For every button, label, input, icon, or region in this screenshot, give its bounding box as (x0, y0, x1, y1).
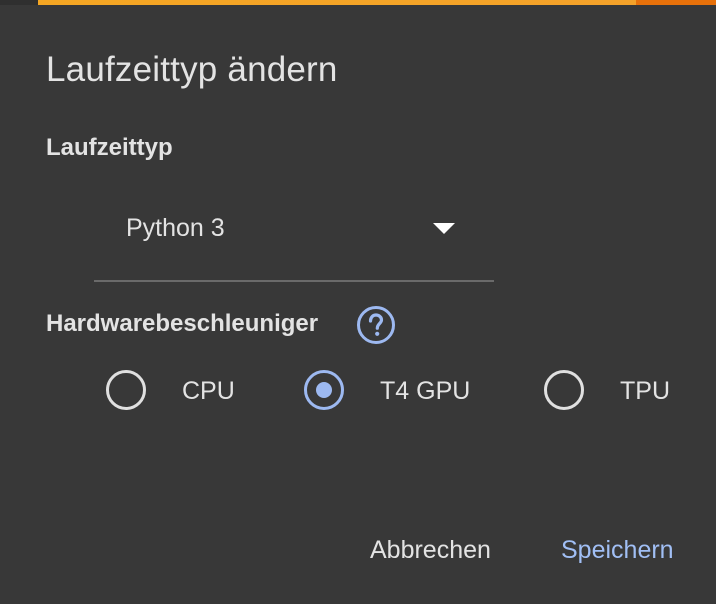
help-circle-icon[interactable] (356, 305, 396, 345)
radio-button-tpu[interactable] (544, 370, 584, 410)
top-progress-bar (0, 0, 716, 5)
hardware-accelerator-label: Hardwarebeschleuniger (46, 310, 319, 337)
runtime-type-select[interactable]: Python 3 (94, 200, 494, 282)
radio-selected-dot (316, 382, 332, 398)
runtime-type-label: Laufzeittyp (46, 134, 173, 161)
radio-label-cpu: CPU (182, 377, 235, 405)
radio-label-t4-gpu: T4 GPU (380, 377, 471, 405)
hardware-accelerator-radio-group: CPU T4 GPU TPU (0, 0, 716, 604)
radio-button-t4-gpu[interactable] (304, 370, 344, 410)
cancel-button[interactable]: Abbrechen (370, 536, 491, 565)
save-button[interactable]: Speichern (561, 536, 674, 565)
radio-option-tpu[interactable]: TPU (544, 370, 684, 414)
radio-option-cpu[interactable]: CPU (106, 370, 246, 414)
dropdown-arrow-icon (433, 223, 455, 234)
radio-option-t4-gpu[interactable]: T4 GPU (304, 370, 494, 414)
dialog-title: Laufzeittyp ändern (46, 50, 338, 89)
runtime-type-value: Python 3 (126, 214, 225, 242)
radio-button-cpu[interactable] (106, 370, 146, 410)
change-runtime-dialog: Laufzeittyp ändern Laufzeittyp Python 3 … (0, 0, 716, 604)
radio-label-tpu: TPU (620, 377, 670, 405)
